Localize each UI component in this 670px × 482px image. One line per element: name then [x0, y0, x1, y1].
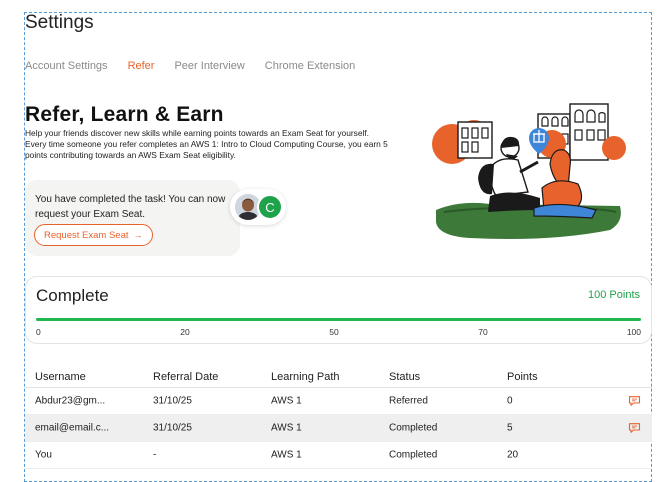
table-row: email@email.c... 31/10/25 AWS 1 Complete… — [25, 415, 652, 442]
referral-avatars: C — [230, 189, 286, 225]
cell-learning-path: AWS 1 — [271, 422, 302, 434]
progress-tick-50: 50 — [329, 327, 339, 337]
cell-referral-date: 31/10/25 — [153, 395, 192, 407]
column-header-referral-date: Referral Date — [153, 371, 219, 383]
hero-description: Help your friends discover new skills wh… — [25, 128, 388, 160]
task-complete-card: You have completed the task! You can now… — [25, 180, 240, 256]
progress-track — [36, 318, 641, 321]
cell-status: Completed — [389, 449, 438, 461]
column-header-points: Points — [507, 371, 538, 383]
table-header: Username Referral Date Learning Path Sta… — [25, 365, 652, 388]
tab-peer-interview[interactable]: Peer Interview — [174, 60, 244, 72]
tab-chrome-extension[interactable]: Chrome Extension — [265, 60, 356, 72]
cell-username: email@email.c... — [35, 422, 110, 434]
request-exam-seat-button[interactable]: Request Exam Seat → — [34, 224, 153, 246]
cell-points: 20 — [507, 449, 519, 461]
page-title: Settings — [25, 12, 94, 33]
table-row: You - AWS 1 Completed 20 — [25, 442, 652, 469]
cell-referral-date: 31/10/25 — [153, 422, 192, 434]
referrals-table: Username Referral Date Learning Path Sta… — [25, 365, 652, 469]
table-row: Abdur23@gm... 31/10/25 AWS 1 Referred 0 — [25, 388, 652, 415]
progress-tick-20: 20 — [180, 327, 190, 337]
progress-status: Complete — [36, 286, 109, 305]
request-exam-seat-label: Request Exam Seat — [44, 229, 129, 241]
progress-fill — [36, 318, 641, 321]
cell-status: Completed — [389, 422, 438, 434]
message-icon[interactable] — [628, 396, 641, 407]
cell-status: Referred — [389, 395, 428, 407]
cell-points: 5 — [507, 422, 513, 434]
column-header-learning-path: Learning Path — [271, 371, 340, 383]
cell-username: Abdur23@gm... — [35, 395, 106, 407]
progress-tick-100: 100 — [626, 327, 641, 337]
points-total: 100 Points — [588, 289, 640, 301]
tab-refer[interactable]: Refer — [128, 60, 155, 72]
settings-tabs: Account Settings Refer Peer Interview Ch… — [25, 60, 375, 72]
cell-learning-path: AWS 1 — [271, 449, 302, 461]
progress-tick-70: 70 — [478, 327, 488, 337]
column-header-status: Status — [389, 371, 421, 383]
tab-account-settings[interactable]: Account Settings — [25, 60, 108, 72]
cell-referral-date: - — [153, 449, 157, 461]
progress-tick-0: 0 — [36, 327, 41, 337]
cell-points: 0 — [507, 395, 513, 407]
arrow-right-icon: → — [133, 230, 143, 240]
message-icon[interactable] — [628, 423, 641, 434]
hero-title: Refer, Learn & Earn — [25, 103, 224, 126]
avatar-initial: C — [257, 194, 283, 220]
points-progress-card: Complete 100 Points 0 20 50 70 100 — [25, 276, 652, 344]
cell-learning-path: AWS 1 — [271, 395, 302, 407]
column-header-username: Username — [35, 371, 86, 383]
task-message: You have completed the task! You can now… — [35, 194, 226, 220]
refer-illustration — [430, 92, 630, 249]
cell-username: You — [35, 449, 52, 461]
